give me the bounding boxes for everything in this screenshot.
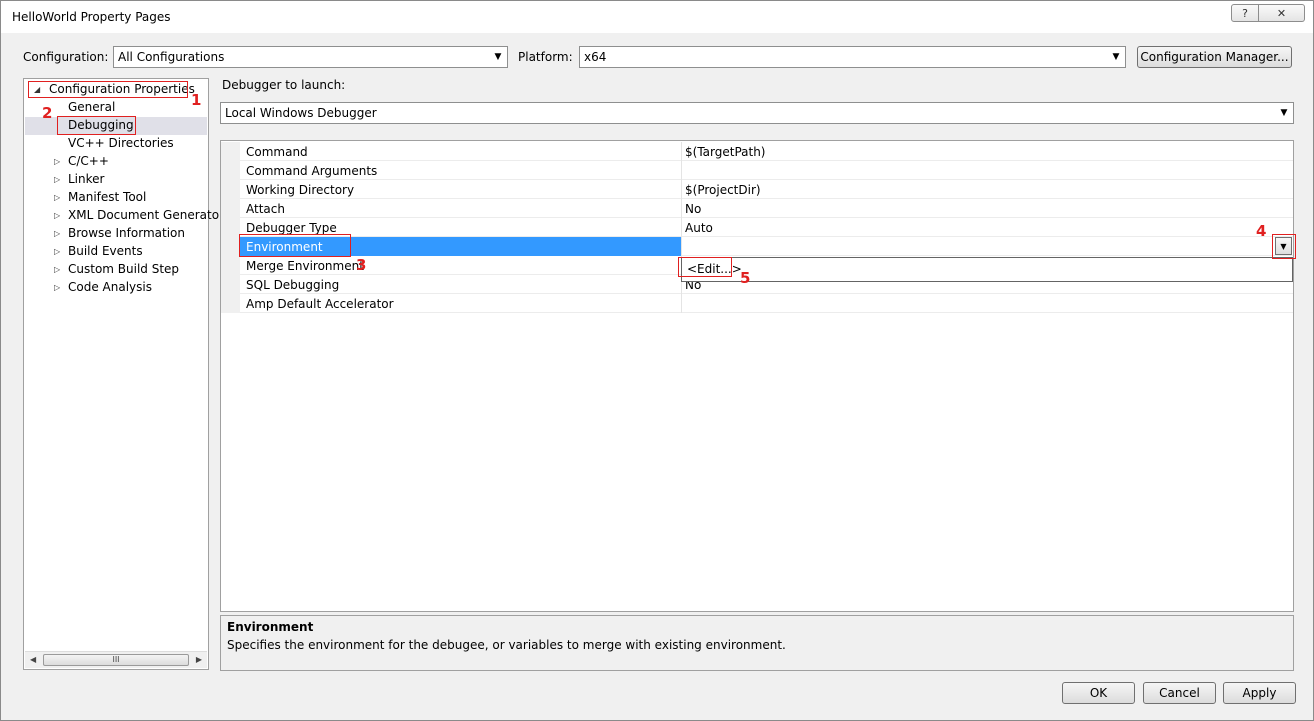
debugger-value: Local Windows Debugger xyxy=(225,106,377,120)
cancel-button[interactable]: Cancel xyxy=(1143,682,1216,704)
property-grid: Command $(TargetPath) Command Arguments … xyxy=(220,140,1294,612)
platform-value: x64 xyxy=(584,50,607,64)
configuration-label: Configuration: xyxy=(23,50,109,64)
configuration-manager-button[interactable]: Configuration Manager... xyxy=(1137,46,1292,68)
description-text: Specifies the environment for the debuge… xyxy=(227,638,786,652)
property-row[interactable]: Debugger Type Auto xyxy=(221,218,1293,237)
annotation-box-5 xyxy=(678,257,732,277)
property-row[interactable]: Command $(TargetPath) xyxy=(221,142,1293,161)
annotation-number-4: 4 xyxy=(1256,222,1267,240)
property-name: Amp Default Accelerator xyxy=(246,297,394,311)
annotation-box-2 xyxy=(57,116,136,135)
property-value: $(TargetPath) xyxy=(685,145,766,159)
property-row[interactable]: Attach No xyxy=(221,199,1293,218)
tree-item-custom-build-step[interactable]: Custom Build Step xyxy=(68,260,179,278)
property-name: Working Directory xyxy=(246,183,355,197)
collapsed-triangle-icon[interactable]: ▷ xyxy=(54,229,60,238)
platform-select[interactable]: x64 ▼ xyxy=(579,46,1126,68)
debugger-label: Debugger to launch: xyxy=(222,78,346,92)
configuration-value: All Configurations xyxy=(118,50,225,64)
property-pages-window: HelloWorld Property Pages ? ✕ Configurat… xyxy=(0,0,1314,721)
property-tree: ◢ Configuration Properties General Debug… xyxy=(23,78,224,670)
tree-horizontal-scrollbar[interactable]: ◀ III ▶ xyxy=(25,651,207,668)
chevron-down-icon: ▼ xyxy=(1280,108,1288,118)
title-bar: HelloWorld Property Pages ? ✕ xyxy=(1,1,1313,33)
collapsed-triangle-icon[interactable]: ▷ xyxy=(54,283,60,292)
chevron-down-icon: ▼ xyxy=(494,52,502,62)
tree-item-linker[interactable]: Linker xyxy=(68,170,104,188)
property-value: Auto xyxy=(685,221,713,235)
annotation-box-1 xyxy=(28,81,188,98)
collapsed-triangle-icon[interactable]: ▷ xyxy=(54,157,60,166)
property-row[interactable]: Working Directory $(ProjectDir) xyxy=(221,180,1293,199)
annotation-box-4 xyxy=(1272,234,1296,259)
annotation-number-5: 5 xyxy=(740,269,751,287)
tree-item-c-cpp[interactable]: C/C++ xyxy=(68,152,109,170)
description-panel: Environment Specifies the environment fo… xyxy=(220,615,1294,671)
chevron-down-icon: ▼ xyxy=(1112,52,1120,62)
configuration-select[interactable]: All Configurations ▼ xyxy=(113,46,508,68)
help-button[interactable]: ? xyxy=(1231,4,1259,22)
property-value: $(ProjectDir) xyxy=(685,183,761,197)
property-row-environment[interactable]: Environment xyxy=(221,237,1293,256)
property-name: Debugger Type xyxy=(246,221,337,235)
ok-button[interactable]: OK xyxy=(1062,682,1135,704)
description-title: Environment xyxy=(227,620,314,634)
property-name: Command Arguments xyxy=(246,164,378,178)
annotation-number-1: 1 xyxy=(191,91,202,109)
property-name: Command xyxy=(246,145,308,159)
annotation-number-2: 2 xyxy=(42,104,53,122)
tree-item-xml-document-generator[interactable]: XML Document Generator xyxy=(68,206,224,224)
tree-item-vc-directories[interactable]: VC++ Directories xyxy=(68,134,174,152)
window-title: HelloWorld Property Pages xyxy=(12,10,171,24)
scroll-thumb[interactable]: III xyxy=(43,654,189,666)
environment-dropdown-list: <Edit...> xyxy=(681,257,1293,282)
annotation-box-3 xyxy=(239,234,351,257)
debugger-select[interactable]: Local Windows Debugger ▼ xyxy=(220,102,1294,124)
close-button[interactable]: ✕ xyxy=(1259,4,1305,22)
collapsed-triangle-icon[interactable]: ▷ xyxy=(54,247,60,256)
tree-item-manifest-tool[interactable]: Manifest Tool xyxy=(68,188,146,206)
property-row[interactable]: Amp Default Accelerator xyxy=(221,294,1293,313)
tree-item-general[interactable]: General xyxy=(68,98,115,116)
tree-item-build-events[interactable]: Build Events xyxy=(68,242,143,260)
collapsed-triangle-icon[interactable]: ▷ xyxy=(54,193,60,202)
tree-item-browse-information[interactable]: Browse Information xyxy=(68,224,185,242)
tree-item-code-analysis[interactable]: Code Analysis xyxy=(68,278,152,296)
platform-label: Platform: xyxy=(518,50,573,64)
collapsed-triangle-icon[interactable]: ▷ xyxy=(54,265,60,274)
property-name: Attach xyxy=(246,202,285,216)
apply-button[interactable]: Apply xyxy=(1223,682,1296,704)
property-value: No xyxy=(685,202,702,216)
collapsed-triangle-icon[interactable]: ▷ xyxy=(54,175,60,184)
property-name: SQL Debugging xyxy=(246,278,340,292)
collapsed-triangle-icon[interactable]: ▷ xyxy=(54,211,60,220)
scroll-right-icon[interactable]: ▶ xyxy=(196,655,202,664)
property-row[interactable]: Command Arguments xyxy=(221,161,1293,180)
scroll-left-icon[interactable]: ◀ xyxy=(30,655,36,664)
annotation-number-3: 3 xyxy=(356,256,367,274)
property-name: Merge Environment xyxy=(246,259,364,273)
